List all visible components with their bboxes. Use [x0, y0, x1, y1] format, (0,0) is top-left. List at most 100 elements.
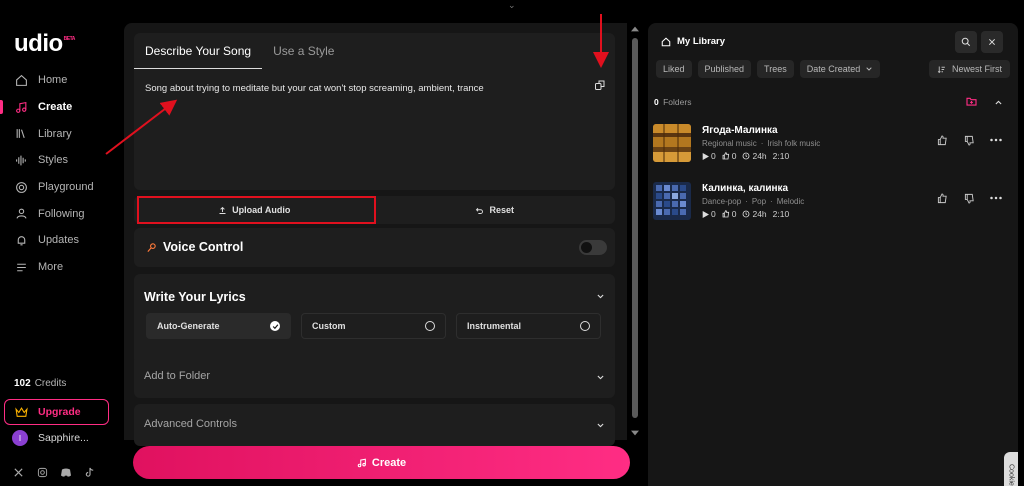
- more-options-icon[interactable]: [990, 134, 1002, 146]
- filter-trees[interactable]: Trees: [757, 60, 794, 78]
- user-icon: [14, 207, 28, 221]
- filter-liked[interactable]: Liked: [656, 60, 692, 78]
- social-links: [12, 466, 96, 478]
- playground-icon: [14, 180, 28, 194]
- sidebar-item-styles[interactable]: Styles: [0, 147, 118, 174]
- create-panel: Describe Your Song Use a Style Song abou…: [124, 23, 627, 446]
- sidebar-item-playground[interactable]: Playground: [0, 174, 118, 201]
- upgrade-button[interactable]: Upgrade: [4, 399, 109, 425]
- lyrics-options: Auto-Generate Custom Instrumental: [146, 313, 601, 339]
- like-icon[interactable]: [936, 134, 948, 146]
- sidebar-item-create[interactable]: Create: [0, 94, 118, 121]
- library-panel: My Library Liked Published Trees Date Cr…: [648, 23, 1018, 486]
- chevron-down-icon: [595, 420, 605, 430]
- lyrics-option-custom[interactable]: Custom: [301, 313, 446, 339]
- sidebar-item-label: Create: [38, 101, 73, 114]
- chevron-down-icon[interactable]: [595, 291, 605, 301]
- sidebar-item-following[interactable]: Following: [0, 200, 118, 227]
- song-tags: Dance-pop · Pop · Melodic: [702, 197, 805, 206]
- tab-use-a-style[interactable]: Use a Style: [262, 33, 345, 69]
- scroll-up-icon[interactable]: [631, 26, 639, 34]
- user-name: Sapphire...: [38, 432, 89, 444]
- add-to-folder-label: Add to Folder: [144, 370, 211, 382]
- center-scrollbar[interactable]: [630, 24, 640, 440]
- discord-icon[interactable]: [60, 466, 72, 478]
- tab-describe-your-song[interactable]: Describe Your Song: [134, 33, 263, 69]
- library-close-button[interactable]: [981, 31, 1003, 53]
- song-row[interactable]: Калинка, калинка Dance-pop · Pop · Melodic 0…: [653, 182, 1013, 222]
- tiktok-icon[interactable]: [84, 466, 96, 478]
- sidebar-item-label: Styles: [38, 154, 68, 167]
- create-button[interactable]: Create: [133, 446, 630, 479]
- sidebar-item-label: Playground: [38, 181, 94, 194]
- credits-display: 102 Credits: [14, 378, 67, 389]
- sidebar: udioBETA Home Create Library Styles Play…: [0, 0, 118, 486]
- sort-icon: [937, 65, 946, 74]
- describe-card: Describe Your Song Use a Style Song abou…: [134, 33, 615, 190]
- voice-control-section: Voice Control: [134, 228, 615, 267]
- cookie-settings-tab[interactable]: Cookie: [1004, 452, 1018, 486]
- song-prompt-input[interactable]: Song about trying to meditate but your c…: [145, 83, 484, 94]
- song-cover[interactable]: [653, 124, 691, 162]
- dislike-icon[interactable]: [963, 134, 975, 146]
- sidebar-item-updates[interactable]: Updates: [0, 227, 118, 254]
- song-actions: [936, 192, 1002, 204]
- upload-audio-highlight: [137, 196, 376, 224]
- voice-control-toggle[interactable]: [579, 240, 607, 255]
- filter-date-created[interactable]: Date Created: [799, 60, 881, 78]
- advanced-controls-section[interactable]: Advanced Controls: [134, 404, 615, 446]
- reset-button[interactable]: Reset: [375, 196, 616, 224]
- play-icon: [702, 210, 709, 218]
- sidebar-item-label: Following: [38, 207, 85, 220]
- crown-icon: [15, 406, 28, 418]
- dislike-icon[interactable]: [963, 192, 975, 204]
- radio-icon: [580, 321, 590, 331]
- sidebar-item-library[interactable]: Library: [0, 120, 118, 147]
- sidebar-item-label: Updates: [38, 234, 79, 247]
- song-cover[interactable]: [653, 182, 691, 220]
- song-duration: 2:10: [772, 209, 790, 219]
- add-to-folder-section[interactable]: Add to Folder: [134, 356, 615, 398]
- sidebar-item-home[interactable]: Home: [0, 67, 118, 94]
- song-stats: 0 0 24h 2:10: [702, 209, 789, 219]
- sidebar-nav: Home Create Library Styles Playground Fo…: [0, 67, 118, 281]
- sidebar-item-more[interactable]: More: [0, 254, 118, 281]
- library-icon: [14, 127, 28, 141]
- x-twitter-icon[interactable]: [12, 466, 24, 478]
- home-icon: [14, 73, 28, 87]
- music-note-icon: [357, 458, 367, 468]
- more-options-icon[interactable]: [990, 192, 1002, 204]
- user-menu[interactable]: I Sapphire...: [12, 430, 89, 446]
- udio-logo[interactable]: udioBETA: [14, 30, 75, 58]
- scroll-down-icon[interactable]: [631, 430, 639, 438]
- song-title[interactable]: Ягода-Малинка: [702, 125, 778, 136]
- scroll-thumb[interactable]: [632, 38, 638, 418]
- copy-icon[interactable]: [593, 78, 607, 92]
- collapse-chevron-icon[interactable]: ⌄: [508, 0, 516, 11]
- lyrics-option-instrumental[interactable]: Instrumental: [456, 313, 601, 339]
- filter-published[interactable]: Published: [697, 60, 752, 78]
- sort-dropdown[interactable]: Newest First: [928, 60, 1010, 78]
- sidebar-item-label: More: [38, 261, 64, 274]
- song-stats: 0 0 24h 2:10: [702, 151, 789, 161]
- song-title[interactable]: Калинка, калинка: [702, 183, 788, 194]
- lyrics-title: Write Your Lyrics: [144, 290, 246, 304]
- home-icon: [661, 37, 671, 47]
- prompt-tabs: Describe Your Song Use a Style: [134, 33, 345, 69]
- song-actions: [936, 134, 1002, 146]
- like-icon[interactable]: [936, 192, 948, 204]
- library-search-button[interactable]: [955, 31, 977, 53]
- clock-icon: [742, 210, 750, 218]
- instagram-icon[interactable]: [36, 466, 48, 478]
- lyrics-option-auto-generate[interactable]: Auto-Generate: [146, 313, 291, 339]
- add-folder-icon[interactable]: [966, 96, 977, 106]
- library-filters: Liked Published Trees Date Created: [656, 60, 881, 78]
- song-row[interactable]: Ягода-Малинка Regional music · Irish folk …: [653, 124, 1013, 164]
- play-icon: [702, 152, 709, 160]
- chevron-up-icon[interactable]: [993, 97, 1003, 107]
- song-tags: Regional music · Irish folk music: [702, 139, 821, 148]
- radio-icon: [425, 321, 435, 331]
- microphone-icon: [146, 242, 157, 253]
- avatar: I: [12, 430, 28, 446]
- waveform-icon: [14, 153, 28, 167]
